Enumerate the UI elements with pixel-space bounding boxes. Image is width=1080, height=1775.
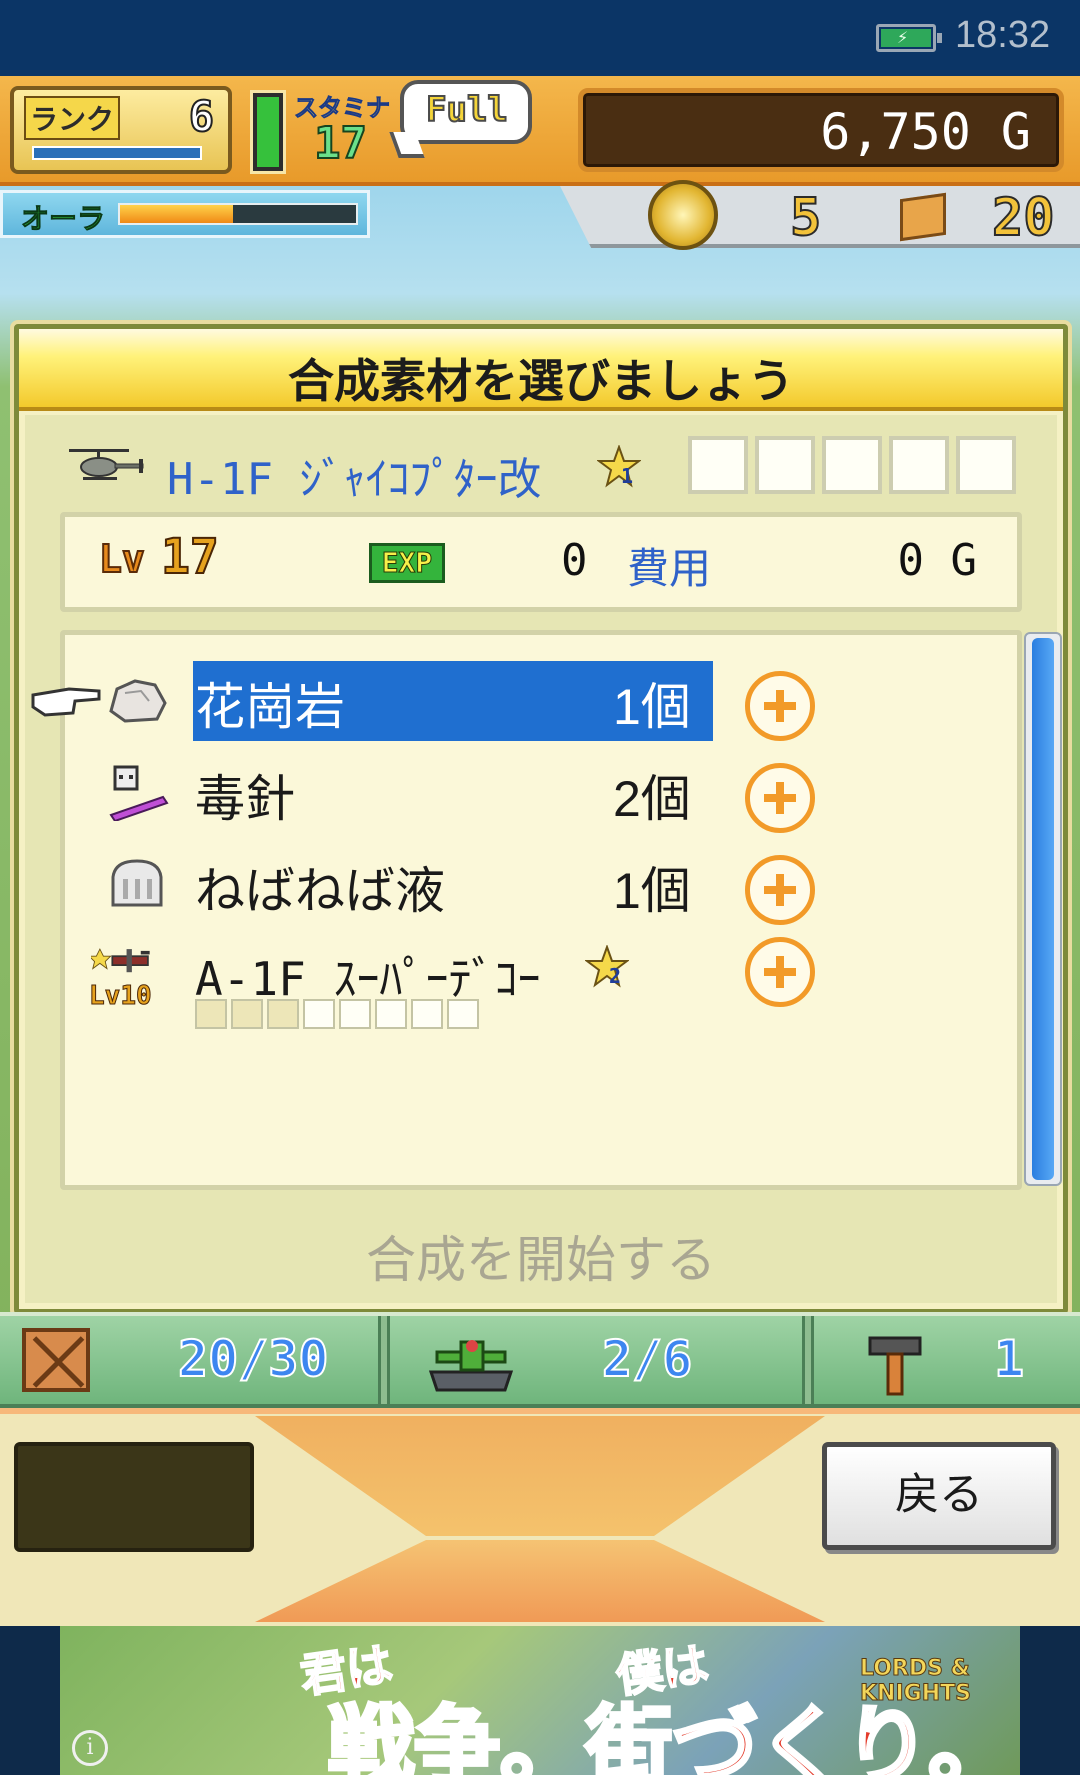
stamina-full-bubble: Full bbox=[400, 80, 532, 144]
stamina-value: 17 bbox=[313, 117, 368, 170]
empty-part-slot bbox=[339, 999, 371, 1029]
list-item[interactable]: Lv10 A-1F ｽｰﾊﾟｰﾃﾞｺｰ 2 bbox=[65, 933, 1027, 1043]
ad-text: 僕は bbox=[612, 1636, 713, 1704]
helicopter-icon bbox=[69, 449, 144, 480]
star-icon: 2 bbox=[585, 945, 629, 988]
material-slot bbox=[688, 436, 748, 494]
ad-info-icon[interactable]: i bbox=[72, 1730, 108, 1766]
item-box-icon bbox=[22, 1328, 90, 1392]
back-button-label: 戻る bbox=[895, 1469, 983, 1520]
add-item-button[interactable] bbox=[745, 855, 815, 925]
exp-badge: EXP bbox=[369, 543, 445, 583]
item-name: 花崗岩 bbox=[195, 678, 345, 736]
gold-value: 6,750 G bbox=[820, 103, 1031, 161]
medal-count: 5 bbox=[789, 187, 822, 249]
box-count: 20 bbox=[991, 187, 1056, 249]
unit-level-value: 10 bbox=[120, 981, 152, 1012]
hammer-count: 1 bbox=[993, 1329, 1025, 1389]
footer-left-panel bbox=[14, 1442, 254, 1552]
material-slots bbox=[688, 436, 1023, 494]
ad-margin bbox=[1020, 1626, 1080, 1775]
material-slot bbox=[889, 436, 949, 494]
unit-part-slots bbox=[195, 999, 479, 1029]
empty-part-slot bbox=[375, 999, 407, 1029]
status-time: 18:32 bbox=[955, 14, 1051, 56]
ad-banner[interactable]: 君は 戦争。街づくり。 僕は LORDS & KNIGHTS i bbox=[60, 1626, 1020, 1775]
crate-icon bbox=[900, 192, 946, 242]
material-slot bbox=[755, 436, 815, 494]
material-list[interactable]: 花崗岩 1個 毒針 2個 ねばねば液 1個 Lv10 A-1F ｽｰﾊﾟｰﾃﾞｺ… bbox=[31, 630, 1022, 1190]
cost-value: 0 G bbox=[897, 535, 977, 586]
aura-gauge bbox=[118, 203, 358, 225]
slime-icon bbox=[111, 859, 163, 907]
dialog-title: 合成素材を選びましょう bbox=[288, 354, 794, 408]
unit-level: Lv10 bbox=[88, 981, 152, 1012]
empty-part-slot bbox=[411, 999, 443, 1029]
poison-needle-icon bbox=[109, 765, 169, 821]
unit-star-level: 1 bbox=[621, 464, 633, 488]
aura-label: オーラ bbox=[20, 202, 106, 236]
add-item-button[interactable] bbox=[745, 671, 815, 741]
add-item-button[interactable] bbox=[745, 763, 815, 833]
aura-panel: オーラ bbox=[0, 190, 370, 238]
target-unit-name: H-1F ｼﾞｬｲｺﾌﾟﾀｰ改 bbox=[167, 454, 542, 505]
item-name: 毒針 bbox=[195, 770, 295, 828]
ad-logo: LORDS & KNIGHTS bbox=[860, 1656, 972, 1707]
tank-part-icon bbox=[267, 999, 299, 1029]
hammer-icon bbox=[868, 1336, 922, 1396]
hangar-plane-icon bbox=[428, 1340, 514, 1392]
level-label: Lv bbox=[98, 536, 146, 582]
status-bar: ⚡ 18:32 bbox=[0, 0, 1080, 76]
gun-part-icon bbox=[195, 999, 227, 1029]
item-count: 1個 bbox=[613, 679, 691, 735]
unit-level-label: Lv bbox=[88, 981, 121, 1012]
pointing-hand-icon bbox=[31, 687, 101, 717]
list-scrollbar[interactable] bbox=[1024, 632, 1062, 1186]
list-item[interactable]: ねばねば液 1個 bbox=[65, 841, 1027, 933]
start-synthesis-button[interactable]: 合成を開始する bbox=[14, 1220, 1068, 1292]
unit-stats-box: Lv 17 EXP 0 費用 0 G bbox=[60, 512, 1022, 612]
empty-part-slot bbox=[303, 999, 335, 1029]
medal-icon bbox=[648, 180, 718, 250]
item-count: 2個 bbox=[613, 771, 691, 827]
empty-part-slot bbox=[447, 999, 479, 1029]
divider bbox=[802, 1316, 814, 1404]
units-count: 2/6 bbox=[601, 1329, 693, 1389]
material-slot bbox=[956, 436, 1016, 494]
level-value: 17 bbox=[160, 528, 220, 586]
exp-value: 0 bbox=[561, 535, 588, 586]
gold-display: 6,750 G bbox=[578, 88, 1064, 172]
engine-part-icon bbox=[231, 999, 263, 1029]
stamina-gauge bbox=[250, 90, 286, 174]
list-item[interactable]: 花崗岩 1個 bbox=[31, 657, 1027, 749]
star-icon: 1 bbox=[597, 445, 641, 488]
rank-value: 6 bbox=[188, 91, 215, 142]
rock-icon bbox=[109, 679, 167, 723]
unit-star-level: 2 bbox=[609, 964, 621, 988]
cost-label: 費用 bbox=[627, 544, 712, 593]
rank-progress-bar bbox=[32, 146, 202, 160]
back-button[interactable]: 戻る bbox=[822, 1442, 1056, 1550]
ad-margin bbox=[0, 1626, 60, 1775]
material-slot bbox=[822, 436, 882, 494]
stamina-status: Full bbox=[425, 89, 509, 131]
add-item-button[interactable] bbox=[745, 937, 815, 1007]
items-count: 20/30 bbox=[177, 1329, 330, 1389]
battery-charging-icon: ⚡ bbox=[876, 24, 942, 52]
scrollbar-thumb[interactable] bbox=[1032, 638, 1054, 1180]
rank-label: ランク bbox=[24, 96, 121, 140]
rank-panel: ランク 6 bbox=[10, 86, 232, 174]
item-name: ねばねば液 bbox=[195, 862, 445, 920]
dialog-header: 合成素材を選びましょう bbox=[19, 329, 1063, 411]
divider bbox=[378, 1316, 390, 1404]
list-item[interactable]: 毒針 2個 bbox=[65, 749, 1027, 841]
item-count: 1個 bbox=[613, 863, 691, 919]
